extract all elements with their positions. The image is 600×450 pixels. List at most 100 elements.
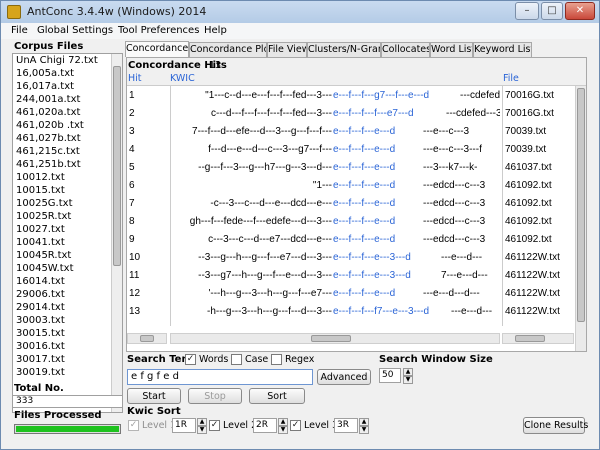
kwic-right-context: ---e---c---3	[423, 126, 470, 137]
file-item[interactable]: 16,005a.txt	[16, 68, 74, 79]
menu-help[interactable]: Help	[204, 25, 227, 36]
kwic-left-context: "1---	[312, 180, 332, 191]
file-column: 70016G.txt 70016G.txt 70039.txt 70039.tx…	[502, 86, 574, 326]
level2-up-button[interactable]: ▲	[278, 418, 288, 426]
kwic-keyword: e---f---f---e---d	[333, 234, 396, 245]
menu-file[interactable]: File	[11, 25, 28, 36]
total-no-value: 333	[12, 395, 123, 408]
file-hscrollbar[interactable]	[502, 333, 574, 344]
file-item[interactable]: 30016.txt	[16, 341, 65, 352]
file-item[interactable]: 10025G.txt	[16, 198, 73, 209]
kwic-keyword: e---f---f---e---3---d	[333, 252, 411, 263]
results-vscrollbar[interactable]	[575, 86, 586, 351]
case-checkbox[interactable]	[231, 354, 242, 365]
sort-button[interactable]: Sort	[249, 388, 305, 404]
file-item[interactable]: 16,017a.txt	[16, 81, 74, 92]
file-item[interactable]: 30015.txt	[16, 328, 65, 339]
hit-file: 70016G.txt	[505, 108, 554, 119]
level3-up-button[interactable]: ▲	[359, 418, 369, 426]
file-item[interactable]: 30017.txt	[16, 354, 65, 365]
hit-number: 4	[129, 144, 135, 155]
file-item[interactable]: 10012.txt	[16, 172, 65, 183]
hit-file: 70016G.txt	[505, 90, 554, 101]
kwic-left-context: --3---g---h---g---f---e7---d---3---	[198, 252, 332, 263]
file-item[interactable]: 10041.txt	[16, 237, 65, 248]
file-item[interactable]: 461,020b .txt	[16, 120, 84, 131]
tab-word-list[interactable]: Word List	[430, 42, 473, 57]
search-window-size-value[interactable]: 50	[379, 368, 401, 383]
file-item[interactable]: 461,020a.txt	[16, 107, 80, 118]
tab-file-view[interactable]: File View	[267, 42, 307, 57]
file-item[interactable]: 29006.txt	[16, 289, 65, 300]
level1-value[interactable]: 1R	[172, 418, 196, 433]
corpus-files-list[interactable]: UnA Chigi 72.txt 16,005a.txt 16,017a.txt…	[12, 53, 123, 413]
kwic-hscroll-thumb[interactable]	[311, 335, 351, 342]
start-button[interactable]: Start	[127, 388, 181, 404]
files-scrollbar[interactable]	[111, 54, 122, 412]
file-item[interactable]: 10045W.txt	[16, 263, 74, 274]
files-scroll-thumb[interactable]	[113, 66, 121, 266]
search-term-input[interactable]: e f g f e d	[127, 369, 313, 385]
file-item[interactable]: 10045R.txt	[16, 250, 71, 261]
file-item[interactable]: 30003.txt	[16, 315, 65, 326]
hit-number: 8	[129, 216, 135, 227]
kwic-right-context: 7---e---d---	[441, 270, 488, 281]
tab-collocates[interactable]: Collocates	[381, 42, 430, 57]
results-vscroll-thumb[interactable]	[577, 88, 585, 322]
file-hscroll-thumb[interactable]	[515, 335, 545, 342]
stop-button[interactable]: Stop	[188, 388, 242, 404]
maximize-button[interactable]: □	[541, 2, 563, 20]
menu-tool-preferences[interactable]: Tool Preferences	[118, 25, 199, 36]
file-item[interactable]: 461,251b.txt	[16, 159, 81, 170]
level2-value[interactable]: 2R	[253, 418, 277, 433]
hit-file: 70039.txt	[505, 144, 547, 155]
tab-clusters-ngrams[interactable]: Clusters/N-Grams	[307, 42, 381, 57]
hit-file: 461092.txt	[505, 198, 552, 209]
kwic-column-header[interactable]: KWIC	[170, 73, 195, 84]
level1-up-button[interactable]: ▲	[197, 418, 207, 426]
clone-results-button[interactable]: Clone Results	[523, 417, 588, 434]
file-item[interactable]: 244,001a.txt	[16, 94, 80, 105]
level1-down-button[interactable]: ▼	[197, 426, 207, 434]
level1-checkbox[interactable]: ✓	[128, 420, 139, 431]
level3-checkbox[interactable]: ✓	[290, 420, 301, 431]
tab-concordance-plot[interactable]: Concordance Plot	[189, 42, 267, 57]
kwic-left-context: f---d---e---d---c---3---g7---f---	[208, 144, 332, 155]
words-checkbox[interactable]: ✓	[185, 354, 196, 365]
file-item[interactable]: 10025R.txt	[16, 211, 71, 222]
level3-down-button[interactable]: ▼	[359, 426, 369, 434]
file-item[interactable]: 30019.txt	[16, 367, 65, 378]
window-size-up-button[interactable]: ▲	[403, 368, 413, 376]
title-bar: AntConc 3.4.4w (Windows) 2014 – □ ✕	[1, 1, 599, 23]
concordance-results-grid[interactable]: 1 2 3 4 5 6 7 8 9 10 11 12 13 "1---c--d-…	[127, 85, 586, 351]
corpus-files-heading: Corpus Files	[14, 41, 84, 52]
kwic-right-context: ---e---d---	[451, 306, 493, 317]
regex-checkbox[interactable]	[271, 354, 282, 365]
file-item[interactable]: 461,215c.txt	[16, 146, 80, 157]
level3-value[interactable]: 3R	[334, 418, 358, 433]
tab-keyword-list[interactable]: Keyword List	[473, 42, 532, 57]
hit-hscroll-thumb[interactable]	[140, 335, 154, 342]
kwic-keyword: e---f---f---e---d	[333, 198, 396, 209]
level2-down-button[interactable]: ▼	[278, 426, 288, 434]
concordance-panel: Concordance Hits 13 Hit KWIC File 1 2 3 …	[126, 57, 587, 352]
hit-hscrollbar[interactable]	[127, 333, 167, 344]
menu-global-settings[interactable]: Global Settings	[37, 25, 113, 36]
window-size-down-button[interactable]: ▼	[403, 376, 413, 384]
file-item[interactable]: 29014.txt	[16, 302, 65, 313]
kwic-hscrollbar[interactable]	[170, 333, 500, 344]
hit-column-header[interactable]: Hit	[128, 73, 142, 84]
kwic-keyword: e---f---f---e---d	[333, 126, 396, 137]
file-item[interactable]: UnA Chigi 72.txt	[16, 55, 98, 66]
file-column-header[interactable]: File	[503, 73, 519, 84]
file-item[interactable]: 10027.txt	[16, 224, 65, 235]
close-button[interactable]: ✕	[565, 2, 595, 20]
file-item[interactable]: 16014.txt	[16, 276, 65, 287]
level2-checkbox[interactable]: ✓	[209, 420, 220, 431]
tab-concordance[interactable]: Concordance	[125, 41, 189, 57]
file-item[interactable]: 461,027b.txt	[16, 133, 81, 144]
advanced-button[interactable]: Advanced	[317, 369, 371, 385]
kwic-left-context: c---d---f---f---f---f---fed---3---	[210, 108, 332, 119]
file-item[interactable]: 10015.txt	[16, 185, 65, 196]
minimize-button[interactable]: –	[515, 2, 539, 20]
